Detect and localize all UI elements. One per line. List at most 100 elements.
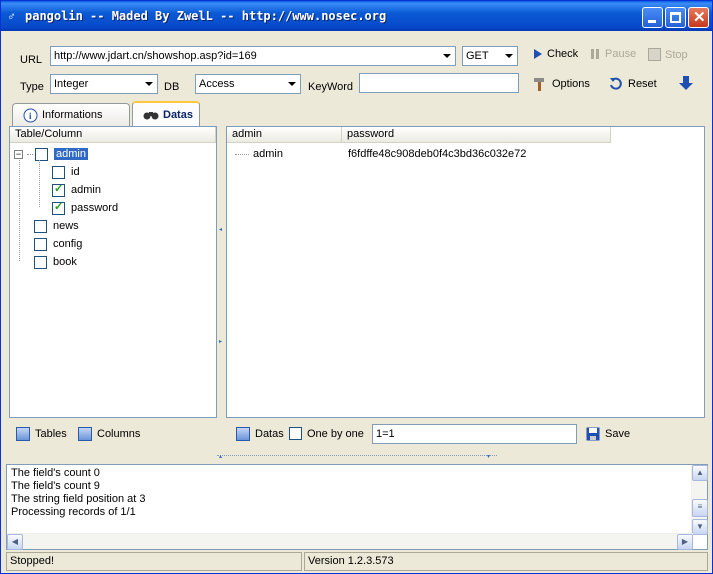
checkbox[interactable]: [34, 255, 47, 269]
column-header-password[interactable]: password: [342, 127, 611, 143]
scroll-up-button[interactable]: ▲: [692, 465, 708, 481]
tree-item-config[interactable]: config: [34, 235, 82, 253]
type-label: Type: [20, 81, 44, 93]
info-icon: i: [23, 108, 38, 122]
tab-datas[interactable]: Datas: [132, 101, 200, 127]
binoculars-icon: [143, 112, 159, 120]
tree-item-label: admin: [54, 148, 88, 160]
check-label: Check: [547, 48, 579, 60]
tables-label: Tables: [35, 428, 67, 440]
minimize-button[interactable]: [642, 7, 663, 28]
method-value: GET: [466, 50, 489, 62]
db-select[interactable]: Access: [195, 74, 301, 94]
url-value: http://www.jdart.cn/showshop.asp?id=169: [54, 50, 257, 62]
keyword-input[interactable]: [359, 73, 519, 93]
condition-input[interactable]: 1=1: [372, 424, 577, 444]
log-line: The string field position at 3: [11, 493, 146, 505]
tab-informations[interactable]: i Informations: [12, 103, 130, 126]
options-button[interactable]: Options: [532, 76, 590, 92]
hammer-icon: [534, 78, 544, 91]
checkbox[interactable]: [52, 182, 65, 197]
datas-button[interactable]: Datas: [236, 427, 284, 441]
tree-line: [19, 160, 20, 261]
pause-button[interactable]: Pause: [590, 48, 636, 60]
tree-item-admin-column[interactable]: admin: [52, 181, 101, 199]
columns-label: Columns: [97, 428, 141, 440]
reset-button[interactable]: Reset: [608, 76, 657, 92]
tree-item-news[interactable]: news: [34, 217, 79, 235]
one-by-one-checkbox[interactable]: One by one: [289, 427, 364, 440]
checkbox[interactable]: [34, 219, 47, 233]
checkbox[interactable]: [52, 200, 65, 215]
table-cell[interactable]: f6fdffe48c908deb0f4c3bd36c032e72: [348, 145, 526, 163]
scrollbar-thumb[interactable]: ≡: [692, 499, 708, 517]
keyword-label: KeyWord: [308, 81, 354, 93]
table-column-tree[interactable]: Table/Column − admin id admin password n…: [9, 126, 217, 418]
checkbox[interactable]: [52, 165, 65, 179]
splitter-arrow-icon: ▴: [219, 454, 223, 460]
tree-item-book[interactable]: book: [34, 253, 77, 271]
data-grid[interactable]: admin password admin f6fdffe48c908deb0f4…: [226, 126, 705, 418]
download-button[interactable]: [679, 75, 693, 91]
tree-item-label: config: [53, 238, 83, 250]
tree-line: [235, 153, 249, 155]
pause-label: Pause: [605, 48, 637, 60]
log-line: The field's count 0: [11, 467, 100, 479]
tree-item-password[interactable]: password: [52, 199, 118, 217]
tree-header[interactable]: Table/Column: [10, 127, 216, 143]
log-panel[interactable]: The field's count 0 The field's count 9 …: [6, 464, 708, 550]
horizontal-splitter[interactable]: ▴ ▾: [217, 454, 497, 461]
arrow-down-icon: [679, 76, 693, 90]
title-bar[interactable]: ♂ pangolin -- Maded By ZwelL -- http://w…: [1, 1, 712, 31]
checkbox[interactable]: [35, 147, 48, 161]
maximize-button[interactable]: [665, 7, 686, 28]
checkbox[interactable]: [34, 237, 47, 251]
table-row[interactable]: admin: [235, 145, 283, 163]
splitter-arrow-icon: ▾: [487, 454, 491, 460]
options-label: Options: [552, 78, 590, 90]
window-title: pangolin -- Maded By ZwelL -- http://www…: [25, 9, 387, 23]
tree-item-admin-table[interactable]: − admin: [14, 145, 88, 163]
close-button[interactable]: ✕: [688, 7, 709, 28]
collapse-icon[interactable]: −: [14, 149, 23, 159]
pause-icon: [591, 49, 599, 59]
tables-button[interactable]: Tables: [16, 427, 67, 441]
method-select[interactable]: GET: [462, 46, 518, 66]
status-version: Version 1.2.3.573: [304, 552, 708, 571]
app-icon: ♂: [7, 9, 16, 23]
cell-password: f6fdffe48c908deb0f4c3bd36c032e72: [348, 148, 527, 160]
column-header-admin[interactable]: admin: [227, 127, 342, 143]
reset-icon: [610, 77, 622, 90]
scroll-down-button[interactable]: ▼: [692, 519, 708, 535]
save-button[interactable]: Save: [586, 427, 630, 441]
log-line: Processing records of 1/1: [11, 506, 136, 518]
columns-button[interactable]: Columns: [78, 427, 140, 441]
checkbox[interactable]: [289, 427, 302, 440]
check-button[interactable]: Check: [533, 48, 578, 60]
cell-admin: admin: [253, 148, 283, 160]
chevron-down-icon[interactable]: [288, 82, 296, 86]
vertical-splitter[interactable]: ◂ ▸: [218, 126, 224, 418]
horizontal-scrollbar[interactable]: ◀ ▶: [7, 533, 693, 550]
tree-item-id[interactable]: id: [52, 163, 80, 181]
scroll-left-button[interactable]: ◀: [7, 534, 23, 550]
stop-button[interactable]: Stop: [648, 48, 688, 61]
tree-item-label: book: [53, 256, 77, 268]
save-icon: [586, 427, 600, 441]
splitter-arrow-icon: ▸: [219, 339, 223, 345]
url-label: URL: [20, 54, 43, 66]
scroll-right-button[interactable]: ▶: [677, 534, 693, 550]
chevron-down-icon[interactable]: [145, 82, 153, 86]
tree-item-label: news: [53, 220, 79, 232]
vertical-scrollbar[interactable]: ▲ ≡ ▼: [691, 465, 708, 535]
tree-line: [39, 160, 40, 207]
chevron-down-icon[interactable]: [443, 54, 451, 58]
grid-icon: [236, 427, 250, 441]
stop-icon: [648, 48, 661, 61]
chevron-down-icon[interactable]: [505, 54, 513, 58]
url-input[interactable]: http://www.jdart.cn/showshop.asp?id=169: [50, 46, 456, 66]
splitter-arrow-icon: ◂: [219, 227, 223, 233]
type-select[interactable]: Integer: [50, 74, 158, 94]
reset-label: Reset: [628, 78, 657, 90]
tree-item-label: admin: [71, 184, 101, 196]
